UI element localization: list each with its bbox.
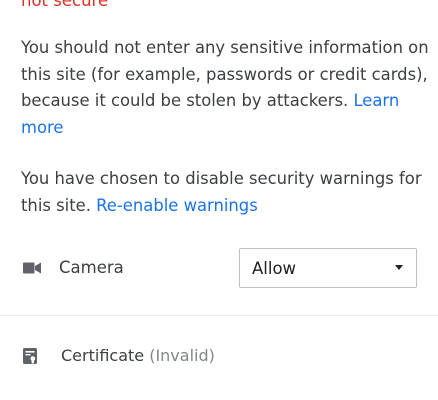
chevron-down-icon (395, 265, 403, 270)
site-status-title: not secure (21, 0, 109, 10)
divider (0, 315, 438, 316)
certificate-label: Certificate (Invalid) (61, 345, 215, 367)
certificate-icon (23, 348, 37, 364)
camera-permission-select[interactable]: Allow (239, 248, 417, 288)
re-enable-warnings-link[interactable]: Re-enable warnings (96, 196, 258, 215)
certificate-status: (Invalid) (149, 346, 215, 365)
certificate-button[interactable]: Certificate (Invalid) (0, 334, 438, 380)
camera-icon (23, 262, 41, 274)
disabled-warnings-text: You have chosen to disable security warn… (21, 166, 431, 219)
select-value: Allow (252, 259, 297, 278)
permission-label: Camera (59, 258, 124, 277)
certificate-title: Certificate (61, 346, 145, 365)
permission-row-camera: Camera Allow (0, 248, 438, 292)
security-warning-text: You should not enter any sensitive infor… (21, 35, 431, 141)
